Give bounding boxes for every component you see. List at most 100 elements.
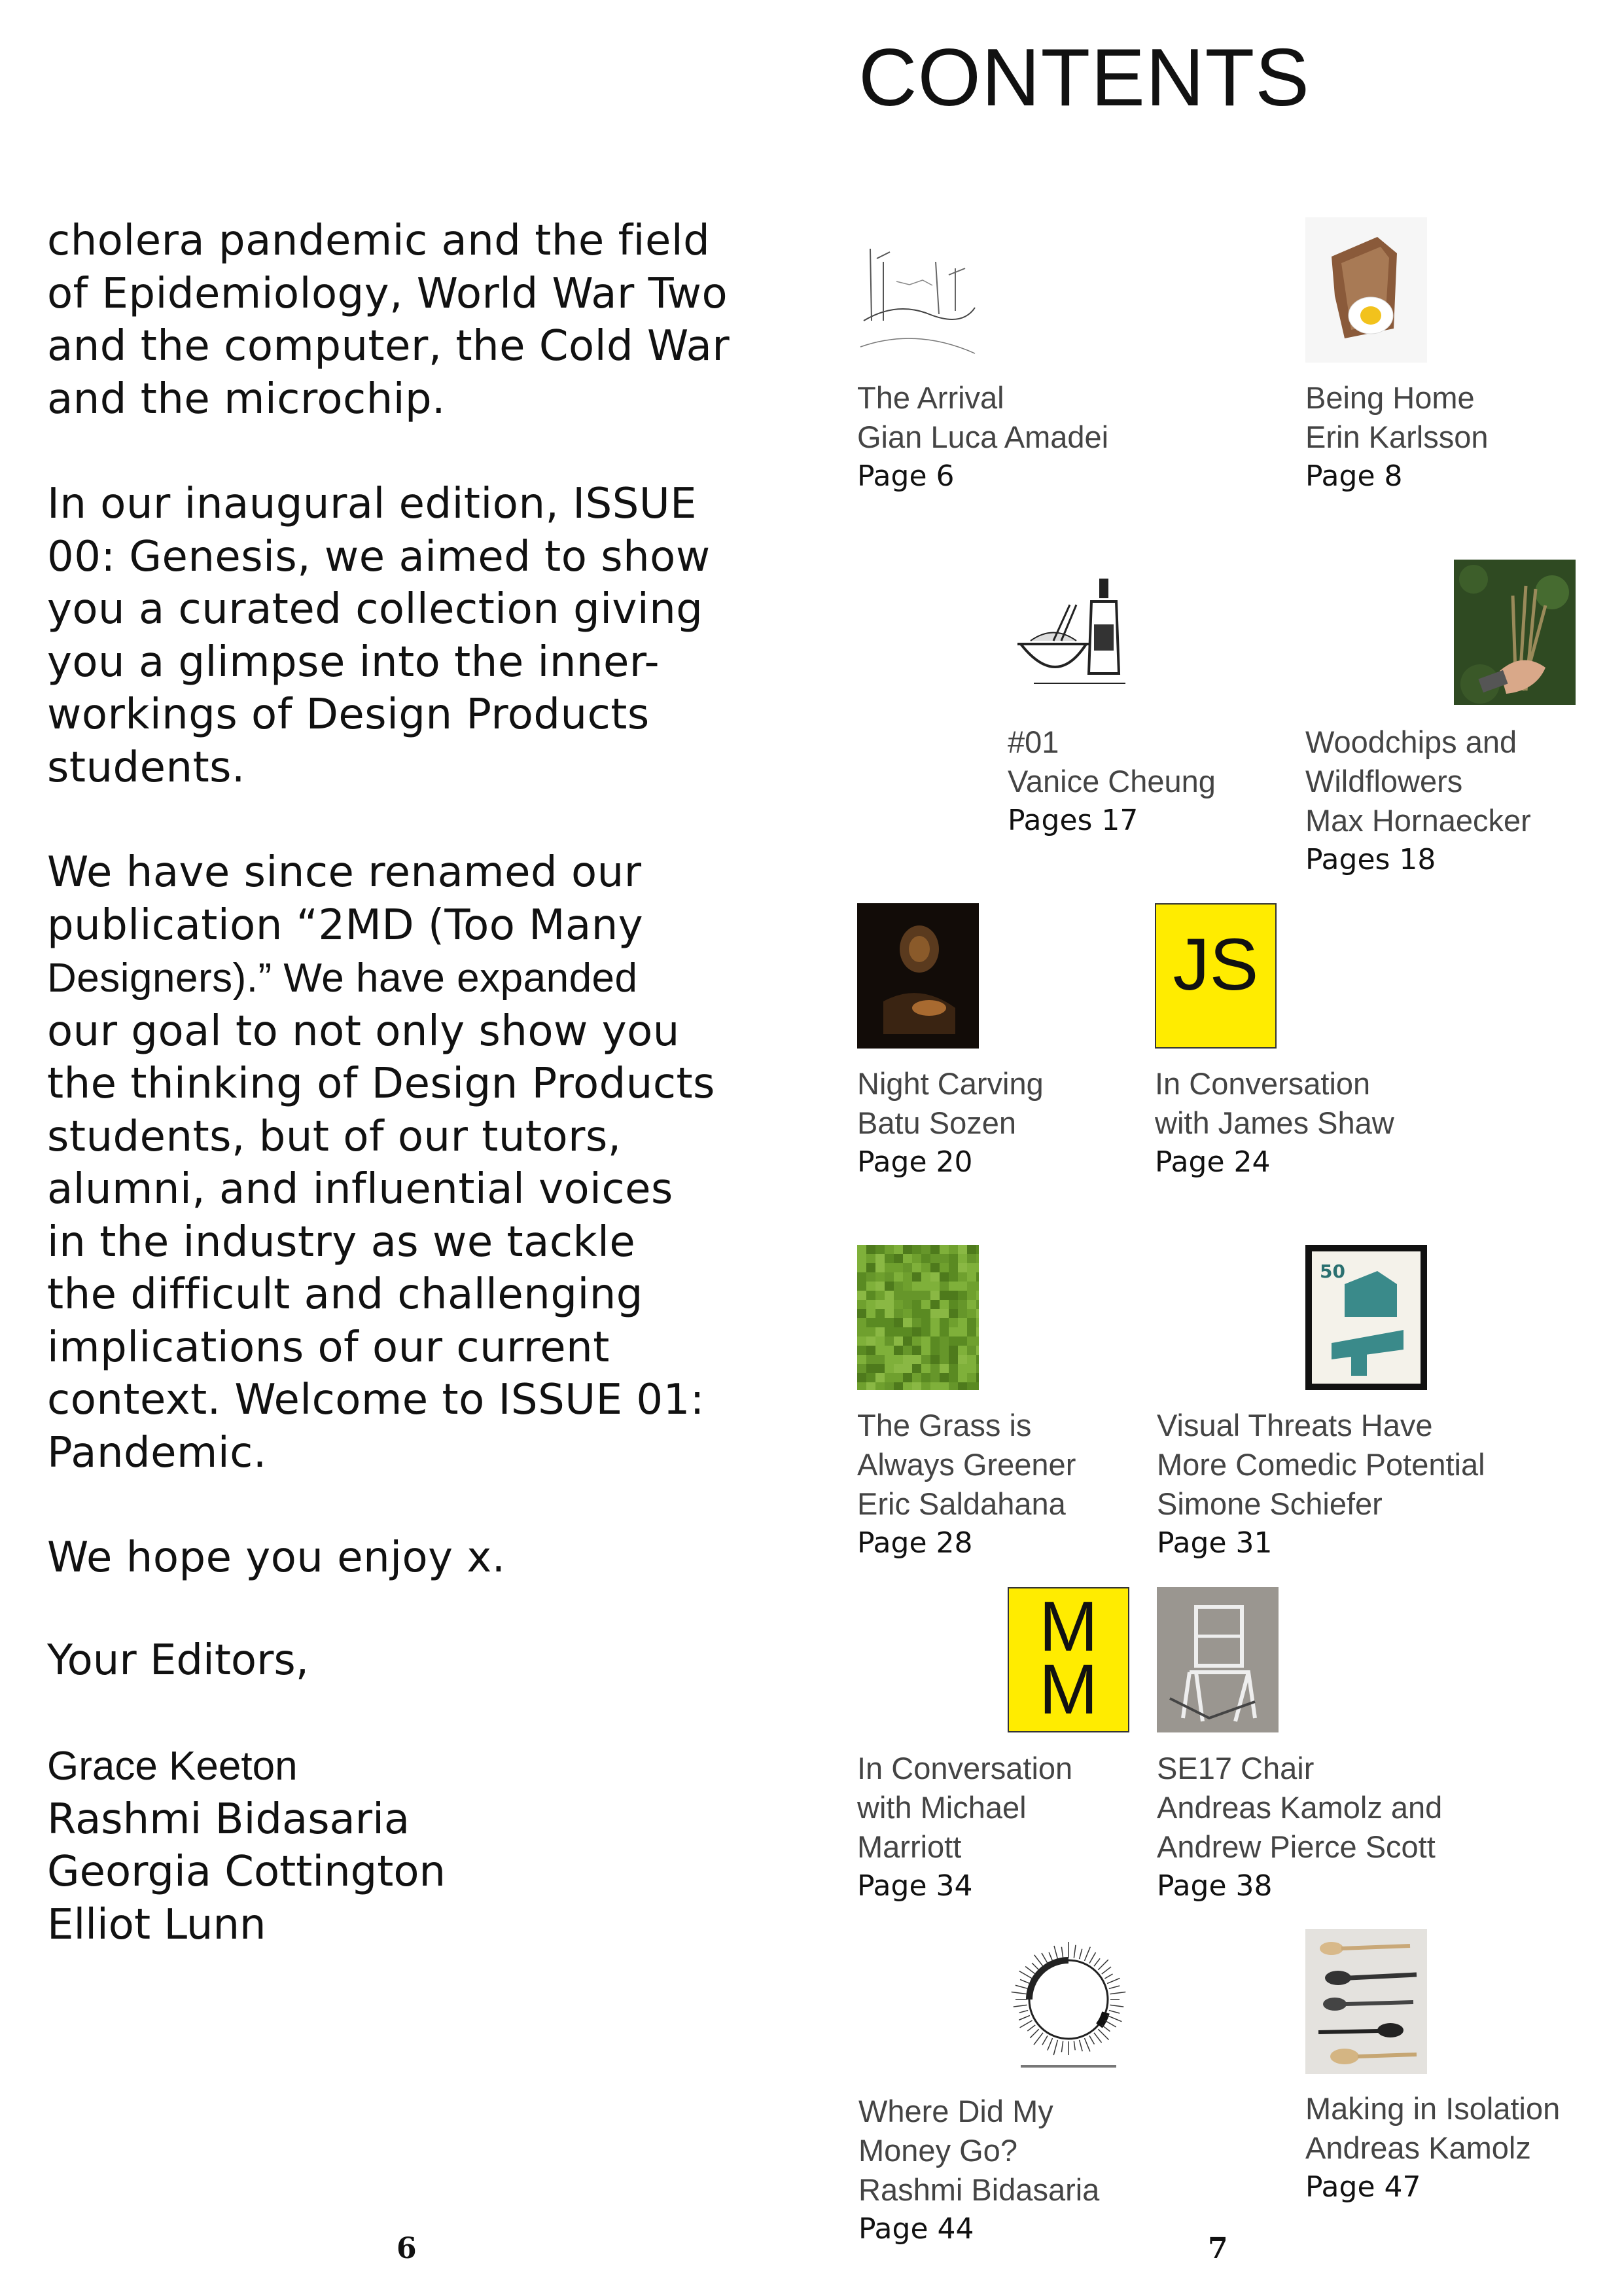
toc-entry[interactable]: Night Carving Batu Sozen Page 20 [857, 1064, 1044, 1182]
grass-pixel [949, 1282, 958, 1291]
grass-pixel [930, 1355, 940, 1364]
js-initials-icon[interactable]: JS [1155, 903, 1277, 1049]
grass-pixel [912, 1346, 921, 1355]
grass-pixel [903, 1263, 912, 1272]
grass-pixel [875, 1291, 885, 1300]
grass-pixel [921, 1263, 930, 1272]
grass-pixel [967, 1346, 976, 1355]
grass-pixel [967, 1327, 976, 1336]
grass-pixel [949, 1346, 958, 1355]
toc-entry[interactable]: In Conversation with Michael Marriott Pa… [857, 1749, 1072, 1906]
grass-pixel [912, 1263, 921, 1272]
entry-author: Erin Karlsson [1305, 420, 1489, 454]
grass-pixel [885, 1327, 894, 1336]
grass-pixel [885, 1272, 894, 1282]
toc-entry[interactable]: #01 Vanice Cheung Pages 17 [1008, 723, 1216, 840]
sketch-landscape-icon[interactable] [857, 223, 979, 368]
grass-pixel [866, 1272, 875, 1282]
entry-title: with Michael [857, 1790, 1027, 1825]
grass-pixel [921, 1291, 930, 1300]
grass-pixel [930, 1263, 940, 1272]
grass-pixel [857, 1309, 866, 1318]
grass-pixel [866, 1355, 875, 1364]
toc-entry[interactable]: The Arrival Gian Luca Amadei Page 6 [857, 378, 1108, 496]
grass-pixel [885, 1263, 894, 1272]
entry-page: Page 44 [858, 2212, 974, 2246]
hand-wildflowers-icon[interactable] [1454, 560, 1576, 705]
toc-entry[interactable]: Making in Isolation Andreas Kamolz Page … [1305, 2089, 1560, 2207]
chair-icon[interactable] [1157, 1587, 1279, 1732]
grass-pixel [967, 1382, 976, 1390]
entry-title: Making in Isolation [1305, 2091, 1561, 2126]
grass-pixel [885, 1245, 894, 1254]
entry-page: Page 8 [1305, 459, 1403, 493]
entry-page: Pages 18 [1305, 843, 1436, 876]
grass-pixel [912, 1245, 921, 1254]
grass-pixel [921, 1355, 930, 1364]
grass-pixel [930, 1318, 940, 1327]
grass-pixel [921, 1245, 930, 1254]
grass-pixel [875, 1327, 885, 1336]
toc-entry[interactable]: Visual Threats Have More Comedic Potenti… [1157, 1406, 1485, 1563]
grass-pixel-icon[interactable] [857, 1245, 979, 1390]
grass-pixel [875, 1254, 885, 1263]
grass-pixel [976, 1245, 979, 1254]
toc-entry[interactable]: Where Did My Money Go? Rashmi Bidasaria … [858, 2092, 1099, 2249]
entry-author: Andreas Kamolz [1305, 2130, 1531, 2165]
grass-pixel [866, 1282, 875, 1291]
grass-pixel [866, 1336, 875, 1346]
spoons-icon[interactable] [1305, 1929, 1427, 2074]
toast-egg-icon[interactable] [1305, 217, 1427, 363]
js-initials-text: JS [1173, 924, 1259, 1005]
grass-pixel [866, 1245, 875, 1254]
entry-title: The Arrival [857, 380, 1004, 415]
toc-entry[interactable]: Woodchips and Wildflowers Max Hornaecker… [1305, 723, 1531, 880]
grass-pixel [885, 1309, 894, 1318]
grass-pixel [940, 1382, 949, 1390]
grass-pixel [894, 1382, 903, 1390]
grass-pixel [940, 1272, 949, 1282]
grass-pixel [976, 1309, 979, 1318]
toc-entry[interactable]: SE17 Chair Andreas Kamolz and Andrew Pie… [1157, 1749, 1442, 1906]
entry-title: #01 [1008, 725, 1059, 759]
grass-pixel [921, 1327, 930, 1336]
grass-pixel [949, 1336, 958, 1346]
stamp-icon[interactable]: 50 [1305, 1245, 1427, 1390]
toc-entry[interactable]: Being Home Erin Karlsson Page 8 [1305, 378, 1489, 496]
grass-pixel [967, 1245, 976, 1254]
grass-pixel [875, 1282, 885, 1291]
grass-pixel [894, 1263, 903, 1272]
grass-pixel [894, 1364, 903, 1373]
entry-title: Always Greener [857, 1447, 1076, 1482]
grass-pixel [967, 1309, 976, 1318]
grass-pixel [885, 1254, 894, 1263]
grass-pixel [866, 1346, 875, 1355]
toc-entry[interactable]: In Conversation with James Shaw Page 24 [1155, 1064, 1394, 1182]
intro-paragraph-3: We have since renamed our publication “2… [47, 848, 715, 1477]
grass-pixel [857, 1346, 866, 1355]
stamp-value: 50 [1320, 1261, 1345, 1282]
entry-page: Page 20 [857, 1145, 973, 1179]
grass-pixel [921, 1346, 930, 1355]
grass-pixel [958, 1245, 967, 1254]
bowl-bottle-icon[interactable] [1008, 565, 1129, 711]
grass-pixel [912, 1254, 921, 1263]
night-carving-icon[interactable] [857, 903, 979, 1049]
grass-pixel [949, 1364, 958, 1373]
entry-title: Wildflowers [1305, 764, 1463, 798]
grass-pixel [857, 1300, 866, 1309]
grass-pixel [875, 1355, 885, 1364]
grass-pixel [857, 1282, 866, 1291]
grass-pixel [949, 1300, 958, 1309]
grass-pixel [857, 1245, 866, 1254]
radial-clock-icon[interactable] [1008, 1931, 1129, 2076]
grass-pixel [940, 1263, 949, 1272]
grass-pixel [967, 1300, 976, 1309]
entry-page: Page 24 [1155, 1145, 1271, 1179]
grass-pixel [967, 1318, 976, 1327]
grass-pixel [885, 1291, 894, 1300]
mm-initials-icon[interactable]: M M [1008, 1587, 1129, 1732]
grass-pixel [967, 1263, 976, 1272]
toc-entry[interactable]: The Grass is Always Greener Eric Saldaha… [857, 1406, 1076, 1563]
grass-pixel [967, 1355, 976, 1364]
